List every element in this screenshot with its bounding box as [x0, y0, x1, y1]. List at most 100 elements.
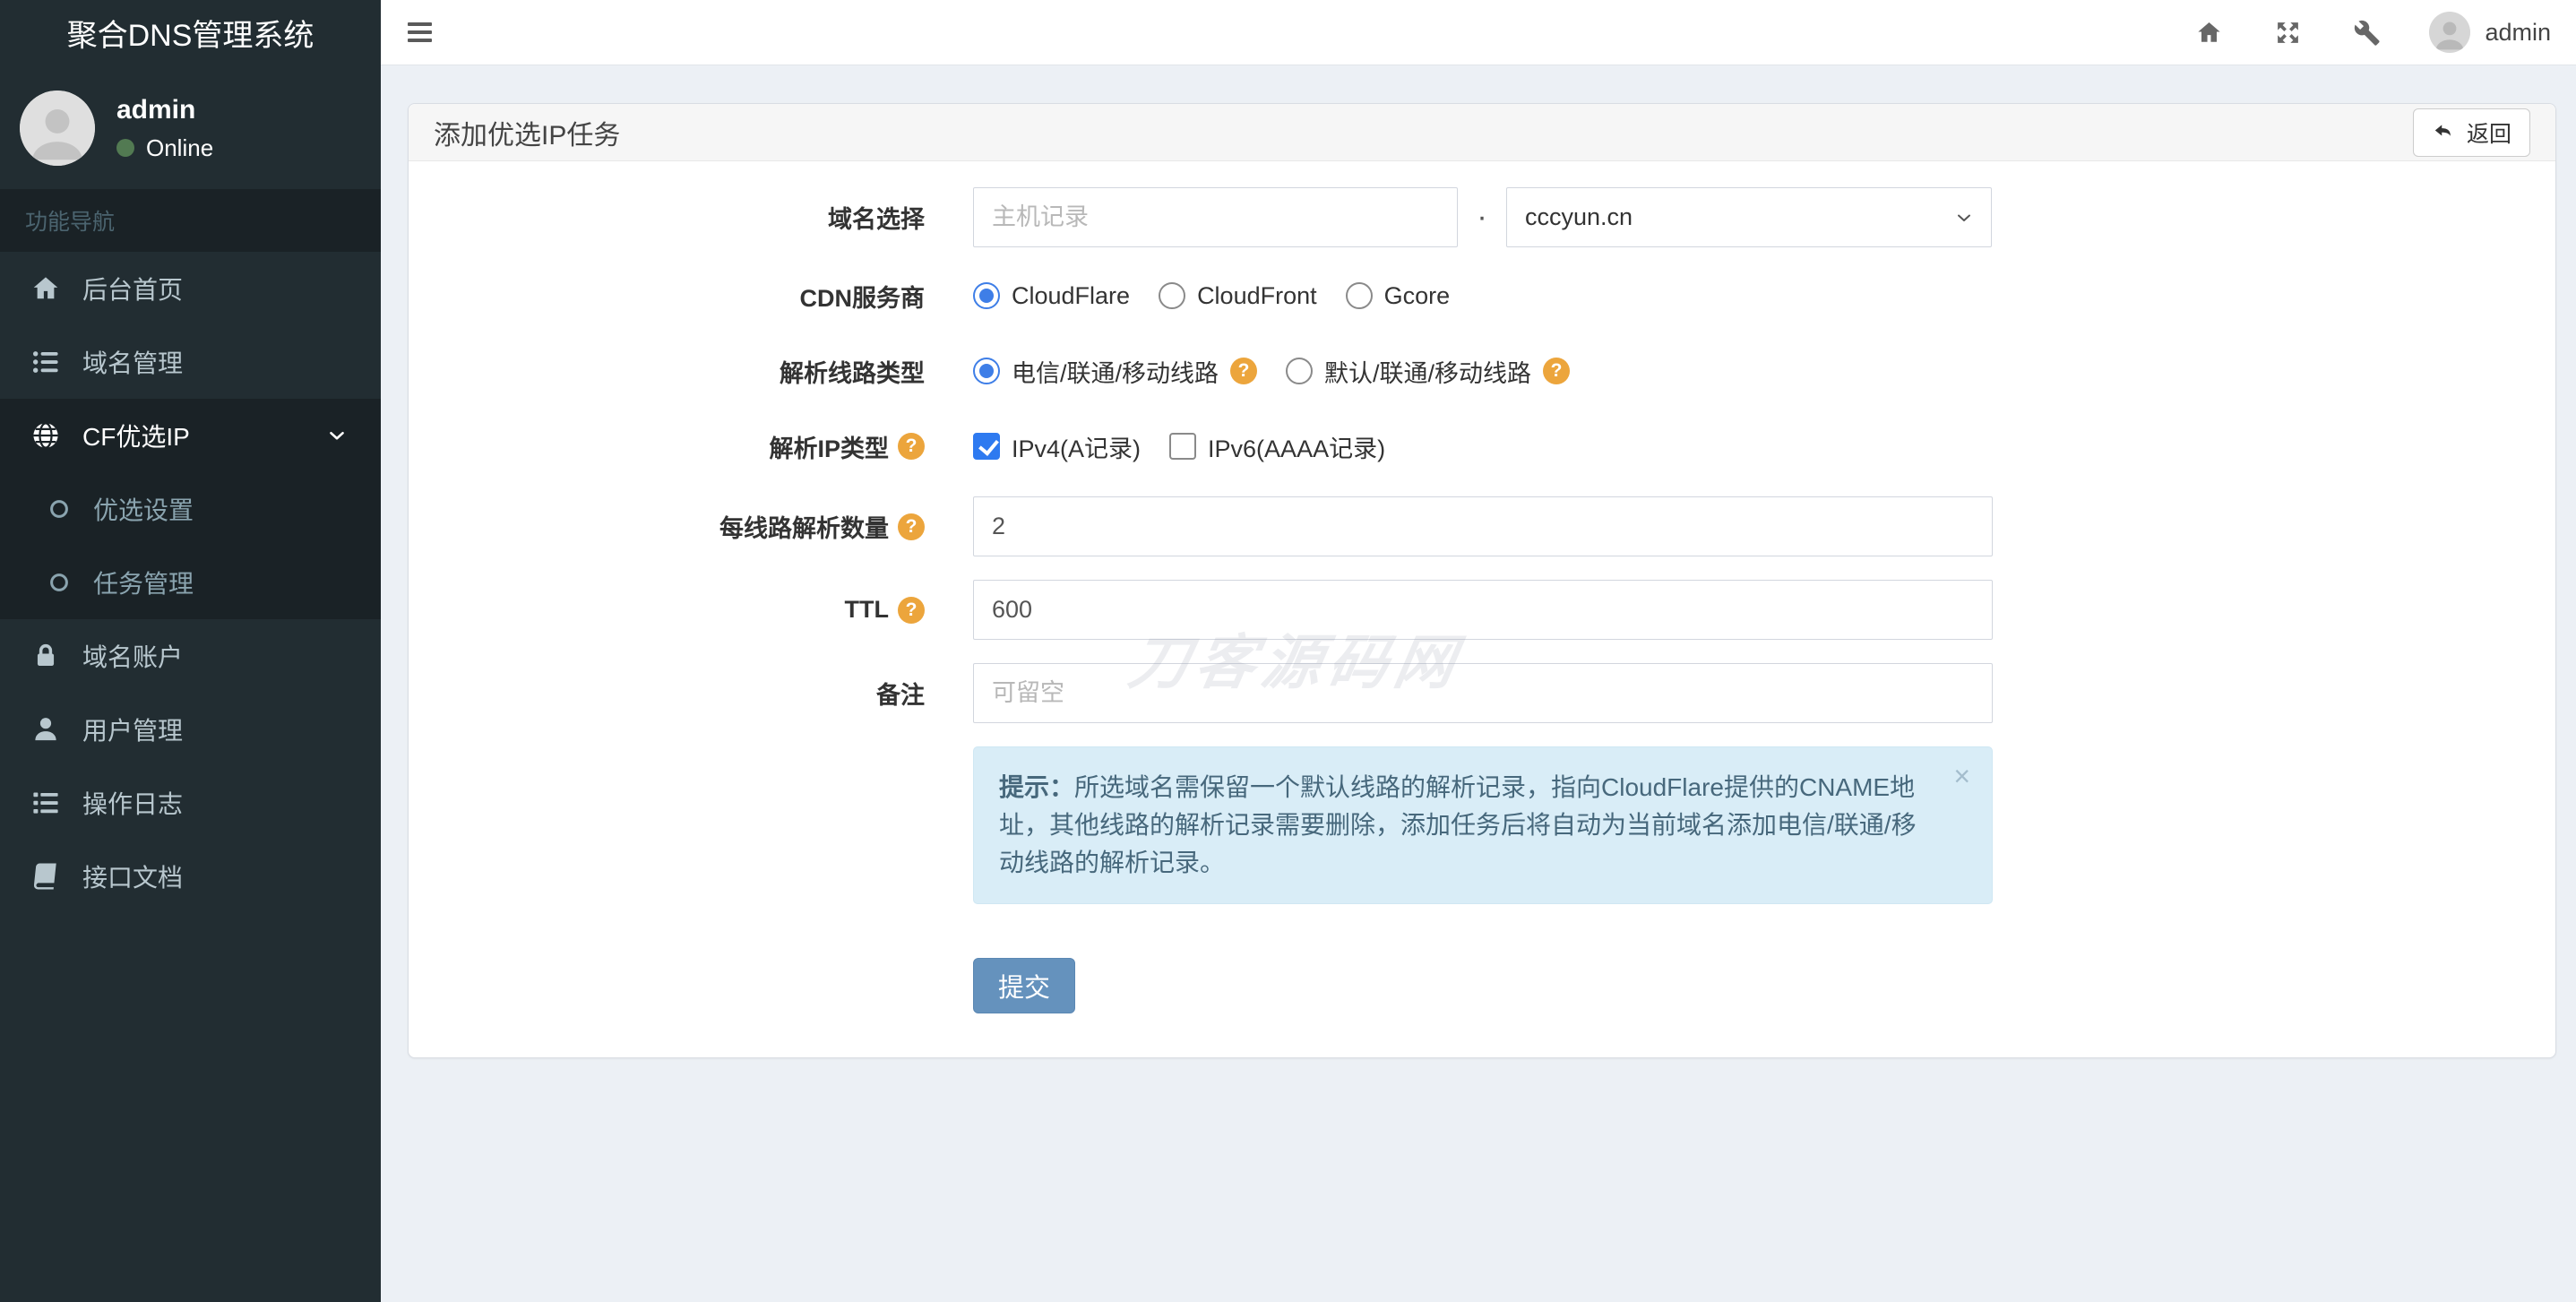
- sidebar-item-label: 操作日志: [82, 790, 184, 818]
- tip-prefix: 提示：: [999, 773, 1075, 801]
- checkbox-label: IPv6(AAAA记录): [1208, 435, 1386, 462]
- help-icon[interactable]: ?: [898, 596, 925, 624]
- checkbox-icon: [973, 433, 1000, 460]
- home-button[interactable]: [2193, 16, 2225, 48]
- domain-select[interactable]: cccyun.cn: [1506, 187, 1992, 247]
- radio-cloudfront[interactable]: CloudFront: [1159, 282, 1317, 310]
- menu-icon[interactable]: [408, 19, 438, 46]
- checkbox-ipv4[interactable]: IPv4(A记录): [973, 429, 1141, 464]
- sidebar-item-operation-logs[interactable]: 操作日志: [0, 766, 381, 840]
- field-label: TTL: [844, 596, 889, 623]
- radio-default-line[interactable]: 默认/联通/移动线路 ?: [1286, 354, 1571, 389]
- sidebar-item-label: CF优选IP: [82, 423, 190, 451]
- sidebar-item-dashboard[interactable]: 后台首页: [0, 252, 381, 325]
- radio-label: Gcore: [1383, 281, 1451, 309]
- domain-separator: ·: [1477, 200, 1487, 234]
- radio-gcore[interactable]: Gcore: [1345, 281, 1451, 310]
- user-icon: [35, 718, 56, 741]
- sidebar-subitem-task-management[interactable]: 任务管理: [0, 546, 381, 619]
- list-icon: [32, 351, 58, 373]
- sidebar-item-cf-ip[interactable]: CF优选IP: [0, 399, 381, 472]
- close-icon[interactable]: ×: [1953, 762, 1970, 790]
- globe-icon: [33, 422, 58, 449]
- sidebar-item-domain-accounts[interactable]: 域名账户: [0, 619, 381, 693]
- sidebar-menu: 后台首页 域名管理 CF优选IP 优选设置 任务管理 域名账户 用户管理 操作日…: [0, 252, 381, 913]
- sidebar-item-label: 域名账户: [82, 643, 184, 671]
- fullscreen-button[interactable]: [2271, 16, 2304, 48]
- sidebar-item-label: 用户管理: [82, 717, 184, 745]
- topbar-user-menu[interactable]: admin: [2429, 12, 2551, 53]
- per-line-count-input[interactable]: [973, 496, 1993, 556]
- field-label: 每线路解析数量: [719, 515, 889, 542]
- checkbox-icon: [1169, 433, 1197, 460]
- online-status-icon: [116, 139, 134, 157]
- line-type-label-cell: 解析线路类型: [409, 354, 946, 389]
- topbar-username: admin: [2485, 18, 2551, 46]
- home-icon: [2198, 22, 2220, 42]
- sidebar-nav-header: 功能导航: [0, 189, 381, 252]
- panel-header: 添加优选IP任务 返回: [409, 104, 2555, 161]
- tip-alert: 提示：所选域名需保留一个默认线路的解析记录，指向CloudFlare提供的CNA…: [973, 746, 1993, 904]
- user-status-label: Online: [146, 134, 214, 161]
- circle-icon: [50, 500, 68, 518]
- radio-label: 电信/联通/移动线路: [1012, 359, 1219, 387]
- chevron-down-icon: [330, 431, 344, 440]
- circle-icon: [50, 573, 68, 591]
- radio-icon: [973, 358, 1000, 384]
- user-name: admin: [116, 94, 196, 125]
- sidebar-user-panel: admin Online: [0, 65, 381, 189]
- remark-label-cell: 备注: [409, 676, 946, 711]
- radio-label: CloudFront: [1197, 281, 1317, 309]
- add-task-panel: 添加优选IP任务 返回 域名选择 · cccyun.cn CDN服务商: [408, 103, 2556, 1058]
- topbar: admin: [381, 0, 2576, 65]
- help-icon[interactable]: ?: [1230, 358, 1258, 384]
- sidebar-item-users[interactable]: 用户管理: [0, 693, 381, 766]
- radio-label: CloudFlare: [1012, 281, 1131, 309]
- sidebar-subitem-preferred-settings[interactable]: 优选设置: [0, 472, 381, 546]
- per-line-count-label-cell: 每线路解析数量 ?: [409, 509, 946, 544]
- radio-icon: [973, 282, 1000, 309]
- user-status: Online: [116, 134, 213, 162]
- radio-icon: [1286, 358, 1314, 384]
- page-title: 添加优选IP任务: [434, 120, 621, 151]
- remark-input[interactable]: [973, 663, 1993, 723]
- back-button-label: 返回: [2466, 121, 2511, 147]
- user-avatar: [20, 91, 95, 166]
- radio-telecom-line[interactable]: 电信/联通/移动线路 ?: [973, 354, 1258, 389]
- chevron-down-icon: [1958, 214, 1970, 221]
- field-label: 备注: [876, 682, 925, 709]
- host-record-input[interactable]: [973, 187, 1458, 247]
- form-row-ip-type: 解析IP类型 ? IPv4(A记录) IPv6(AAAA记录): [409, 421, 2555, 471]
- field-label: 解析IP类型: [769, 435, 889, 462]
- avatar: [2429, 12, 2471, 53]
- field-label: 解析线路类型: [780, 359, 925, 387]
- checkbox-ipv6[interactable]: IPv6(AAAA记录): [1169, 429, 1385, 464]
- app-title: 聚合DNS管理系统: [66, 19, 314, 53]
- settings-button[interactable]: [2350, 16, 2382, 48]
- ttl-input[interactable]: [973, 580, 1993, 640]
- sidebar-group-cf-ip: CF优选IP 优选设置 任务管理: [0, 399, 381, 619]
- form-row-per-line-count: 每线路解析数量 ?: [409, 496, 2555, 556]
- cdn-label-cell: CDN服务商: [409, 279, 946, 314]
- radio-cloudflare[interactable]: CloudFlare: [973, 282, 1130, 310]
- radio-label: 默认/联通/移动线路: [1324, 359, 1532, 387]
- domain-select-value: cccyun.cn: [1525, 203, 1633, 230]
- tip-text: 所选域名需保留一个默认线路的解析记录，指向CloudFlare提供的CNAME地…: [999, 773, 1917, 876]
- sidebar-item-label: 接口文档: [82, 864, 184, 892]
- lock-icon: [37, 643, 55, 667]
- sidebar: 聚合DNS管理系统 admin Online 功能导航 后台首页 域名管理 CF…: [0, 0, 381, 1302]
- ttl-label-cell: TTL ?: [409, 596, 946, 624]
- sidebar-item-api-docs[interactable]: 接口文档: [0, 840, 381, 913]
- help-icon[interactable]: ?: [898, 513, 925, 540]
- sidebar-subitem-label: 优选设置: [93, 496, 194, 524]
- help-icon[interactable]: ?: [1543, 358, 1571, 384]
- topbar-right: admin: [2193, 12, 2576, 53]
- submit-button[interactable]: 提交: [973, 958, 1076, 1013]
- form-row-line-type: 解析线路类型 电信/联通/移动线路 ? 默认/联通/移动线路 ?: [409, 346, 2555, 396]
- radio-icon: [1345, 282, 1373, 309]
- help-icon[interactable]: ?: [898, 433, 925, 460]
- panel-body: 域名选择 · cccyun.cn CDN服务商 CloudFlare: [409, 161, 2555, 1013]
- home-icon: [33, 277, 58, 299]
- back-button[interactable]: 返回: [2412, 108, 2530, 157]
- sidebar-item-domains[interactable]: 域名管理: [0, 325, 381, 399]
